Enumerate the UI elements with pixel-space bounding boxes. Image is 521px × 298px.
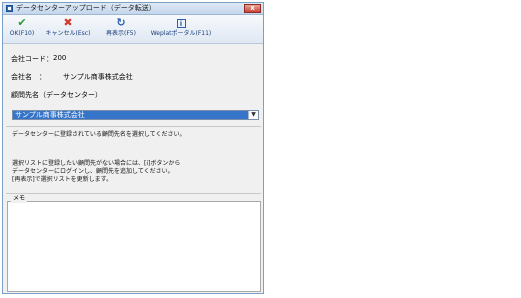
checkmark-icon: ✔ (17, 16, 27, 29)
close-button[interactable]: x (244, 4, 261, 13)
refresh-icon: ↻ (116, 16, 126, 29)
advisor-select[interactable]: サンプル商事株式会社 ▼ (12, 110, 259, 120)
refresh-button[interactable]: ↻ 再表示(F5) (101, 17, 141, 41)
cross-icon: ✖ (63, 16, 73, 29)
window-title: データセンターアップロード（データ転送） (16, 4, 156, 12)
advisor-select-value: サンプル商事株式会社 (13, 111, 249, 119)
company-code-label: 会社コード： (11, 55, 53, 63)
weplat-portal-button[interactable]: i Weplatポータル(F11) (148, 17, 214, 41)
cancel-button[interactable]: ✖ キャンセル(Esc) (43, 17, 93, 41)
info-line-3: データセンターにログインし、顧問先を追加してください。 (12, 168, 174, 175)
divider (6, 126, 261, 127)
info-line-2: 選択リストに登録したい顧問先がない場合には、[i]ボタンから (12, 160, 181, 167)
info-icon-glyph: i (176, 19, 186, 28)
info-line-1: データセンターに登録されている顧問先名を選択してください。 (12, 131, 186, 138)
cancel-button-label: キャンセル(Esc) (45, 30, 91, 37)
company-name-label: 会社名 ： (11, 73, 46, 81)
app-icon (6, 5, 13, 12)
chevron-down-icon[interactable]: ▼ (248, 111, 258, 119)
ok-button-label: OK(F10) (9, 30, 35, 37)
ok-button[interactable]: ✔ OK(F10) (5, 17, 39, 41)
weplat-portal-button-label: Weplatポータル(F11) (150, 30, 212, 37)
info-icon: i (174, 17, 188, 29)
memo-label: メモ (11, 195, 28, 203)
title-bar: データセンターアップロード（データ転送） x (3, 3, 263, 15)
refresh-button-label: 再表示(F5) (106, 30, 136, 37)
toolbar: ✔ OK(F10) ✖ キャンセル(Esc) ↻ 再表示(F5) i Wepla… (3, 15, 263, 44)
info-line-4: [再表示]で選択リストを更新します。 (12, 176, 113, 183)
company-name-value: サンプル商事株式会社 (63, 73, 133, 81)
company-code-value: 200 (53, 54, 67, 62)
upload-dialog: データセンターアップロード（データ転送） x ✔ OK(F10) ✖ キャンセル… (2, 2, 264, 294)
divider (6, 193, 261, 194)
advisor-select-label: 顧問先名（データセンター） (11, 91, 102, 99)
memo-textarea[interactable] (7, 201, 261, 292)
